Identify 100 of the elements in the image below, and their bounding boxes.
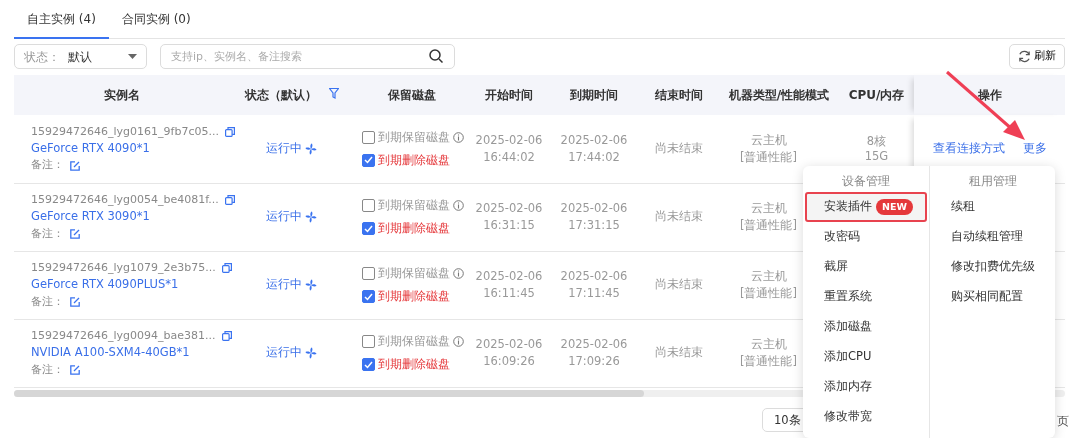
checkbox[interactable] xyxy=(362,334,375,348)
machine-type: [普通性能] xyxy=(740,353,797,370)
gpu-link[interactable]: GeForce RTX 3090*1 xyxy=(31,208,228,226)
status-text: 运行中 xyxy=(266,208,302,226)
date-time: 2025-02-06 xyxy=(559,131,629,149)
edit-icon[interactable] xyxy=(70,160,80,171)
status-select[interactable]: 状态： 默认 xyxy=(14,44,147,69)
checkbox-label: 到期删除磁盘 xyxy=(378,220,450,237)
field-label: 状态： xyxy=(24,48,60,66)
menu-item[interactable]: 添加磁盘 xyxy=(805,312,927,342)
menu-item[interactable]: 添加内存 xyxy=(805,372,927,402)
status-text: 运行中 xyxy=(266,344,302,362)
date-time: 16:31:15 xyxy=(482,217,536,234)
menu-item[interactable]: 改密码 xyxy=(805,222,927,252)
end-time: 尚未结束 xyxy=(655,345,703,360)
copy-icon[interactable] xyxy=(224,126,235,137)
action-link[interactable]: 更多 xyxy=(1022,140,1047,158)
cpu-memory: 8核 xyxy=(865,134,888,149)
date-time: 17:11:45 xyxy=(567,285,621,302)
tab[interactable]: 自主实例 (4) xyxy=(14,10,109,39)
action-link[interactable]: 查看连接方式 xyxy=(932,140,1005,158)
menu-item[interactable]: 截屏 xyxy=(805,252,927,282)
checkbox[interactable] xyxy=(362,266,375,280)
gpu-link[interactable]: GeForce RTX 4090*1 xyxy=(31,140,228,158)
fan-icon xyxy=(305,211,317,223)
date-time: 2025-02-06 xyxy=(474,267,544,285)
date-time: 17:31:15 xyxy=(567,217,621,234)
checkbox[interactable] xyxy=(362,358,375,372)
menu-item[interactable]: 购买相同配置 xyxy=(932,282,1053,312)
caret-icon xyxy=(128,54,137,59)
column-header: 保留磁盘 xyxy=(387,88,436,102)
menu-heading: 设备管理 xyxy=(841,173,891,190)
column-header: 状态（默认） xyxy=(244,88,317,102)
tab[interactable]: 合同实例 (0) xyxy=(108,10,204,39)
edit-icon[interactable] xyxy=(70,228,80,239)
date-time: 2025-02-06 xyxy=(474,131,544,149)
menu-item[interactable]: 重置系统 xyxy=(805,282,927,312)
gpu-link[interactable]: GeForce RTX 4090PLUS*1 xyxy=(31,276,228,294)
machine-type: 云主机 xyxy=(750,267,787,285)
instance-id: 15929472646_lyg1079_2e3b75... xyxy=(31,259,216,276)
date-time: 17:09:26 xyxy=(567,353,621,370)
machine-type: 云主机 xyxy=(750,199,787,217)
edit-icon[interactable] xyxy=(70,296,80,307)
menu-item[interactable]: 安装插件 NEW xyxy=(805,192,927,222)
refresh-icon xyxy=(1018,50,1031,63)
note-label: 备注： xyxy=(31,157,64,174)
instance-id: 15929472646_lyg0094_bae381... xyxy=(31,327,216,344)
column-header: 实例名 xyxy=(103,88,140,102)
menu-item[interactable]: 添加CPU xyxy=(805,342,927,372)
checkbox-label: 到期保留磁盘 xyxy=(378,264,450,282)
checkbox-label: 到期删除磁盘 xyxy=(378,151,450,169)
select-value: 默认 xyxy=(68,48,92,66)
column-header: 机器类型/性能模式 xyxy=(728,88,830,102)
end-time: 尚未结束 xyxy=(655,141,703,156)
date-time: 2025-02-06 xyxy=(559,267,629,285)
copy-icon[interactable] xyxy=(224,195,235,206)
menu-item[interactable]: 修改扣费优先级 xyxy=(932,252,1053,282)
fan-icon xyxy=(305,279,317,291)
checkbox-label: 到期删除磁盘 xyxy=(378,288,450,305)
date-time: 2025-02-06 xyxy=(474,335,544,353)
menu-item[interactable]: 续租 xyxy=(932,192,1053,222)
menu-item[interactable]: 自动续租管理 xyxy=(932,222,1053,252)
note-label: 备注： xyxy=(31,361,64,378)
checkbox[interactable] xyxy=(362,130,375,144)
instance-id: 15929472646_lyg0054_be4081f... xyxy=(31,191,219,208)
copy-icon[interactable] xyxy=(221,263,232,274)
info-icon[interactable] xyxy=(453,267,464,279)
machine-type: [普通性能] xyxy=(740,148,797,166)
info-icon[interactable] xyxy=(453,335,464,347)
search-field[interactable]: 支持ip、实例名、备注搜索 xyxy=(160,44,455,69)
column-header: CPU/内存 xyxy=(848,88,905,102)
column-header: 操作 xyxy=(977,88,1002,102)
checkbox[interactable] xyxy=(362,222,375,236)
checkbox-label: 到期保留磁盘 xyxy=(378,332,450,350)
checkbox-label: 到期删除磁盘 xyxy=(378,356,450,373)
date-time: 16:11:45 xyxy=(482,285,536,302)
filter-icon[interactable] xyxy=(328,88,339,99)
copy-icon[interactable] xyxy=(221,331,232,342)
fan-icon xyxy=(305,347,317,359)
end-time: 尚未结束 xyxy=(655,277,703,292)
edit-icon[interactable] xyxy=(70,364,80,375)
checkbox[interactable] xyxy=(362,153,375,167)
gpu-link[interactable]: NVIDIA A100-SXM4-40GB*1 xyxy=(31,344,228,362)
date-time: 2025-02-06 xyxy=(559,199,629,217)
instance-id: 15929472646_lyg0161_9fb7c05... xyxy=(31,123,219,140)
checkbox[interactable] xyxy=(362,290,375,304)
status-text: 运行中 xyxy=(266,140,302,158)
info-icon[interactable] xyxy=(453,199,464,211)
date-time: 16:09:26 xyxy=(482,353,536,370)
checkbox[interactable] xyxy=(362,198,375,212)
refresh-button[interactable]: 刷新 xyxy=(1009,44,1065,69)
date-time: 17:44:02 xyxy=(567,148,621,166)
machine-type: 云主机 xyxy=(750,131,787,149)
status-text: 运行中 xyxy=(266,276,302,294)
fan-icon xyxy=(305,142,317,155)
checkbox-label: 到期保留磁盘 xyxy=(378,196,450,214)
column-header: 到期时间 xyxy=(570,88,618,102)
info-icon[interactable] xyxy=(453,131,464,143)
date-time: 16:44:02 xyxy=(482,148,536,166)
end-time: 尚未结束 xyxy=(655,209,703,224)
